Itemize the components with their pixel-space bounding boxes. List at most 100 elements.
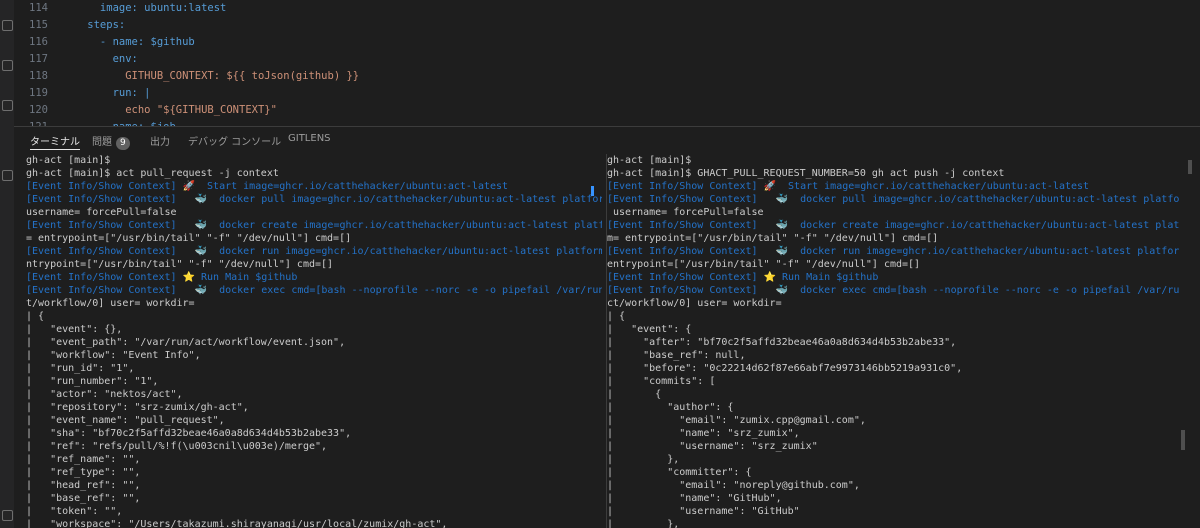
panel-tab-bar: ターミナル 問題 9 出力 デバッグ コンソール GITLENS	[14, 126, 1200, 151]
terminal-line: [Event Info/Show Context] 🐳 docker run i…	[607, 246, 1179, 257]
terminal-line: | "author": {	[607, 402, 734, 413]
code-text: - name: $github	[62, 36, 195, 48]
line-number: 120	[29, 104, 48, 116]
terminal-line: | "event": {	[607, 324, 692, 335]
line-number: 117	[29, 53, 48, 65]
terminal-line: m= entrypoint=["/usr/bin/tail" "-f" "/de…	[607, 233, 939, 244]
terminal-line: | "run_id": "1",	[26, 363, 135, 374]
tab-problems-label: 問題	[92, 137, 112, 148]
terminal-line: | "ref_type": "",	[26, 467, 141, 478]
line-number: 115	[29, 19, 48, 31]
account-icon[interactable]	[2, 510, 13, 521]
terminal-line: [Event Info/Show Context] 🚀 Start image=…	[26, 181, 509, 192]
terminal-right[interactable]: gh-act [main]$ gh-act [main]$ GHACT_PULL_…	[606, 154, 1179, 528]
terminal-line: gh-act [main]$	[26, 155, 111, 166]
terminal-line: | "base_ref": "",	[26, 493, 141, 504]
code-editor[interactable]: 114 image: ubuntu:latest 115 steps: 116 - …	[14, 0, 1200, 126]
tab-terminal[interactable]: ターミナル	[30, 133, 80, 150]
editor-line: 120 echo "${GITHUB_CONTEXT}"	[14, 101, 277, 119]
terminal-line: ct/workflow/0] user= workdir=	[607, 298, 782, 309]
line-number: 114	[29, 2, 48, 14]
terminal-line: | "actor": "nektos/act",	[26, 389, 183, 400]
tab-debug-console[interactable]: デバッグ コンソール	[188, 133, 281, 148]
left-scroll-marker	[591, 186, 594, 196]
terminal-line: [Event Info/Show Context] ⭐ Run Main $gi…	[607, 272, 879, 283]
code-text: steps:	[62, 19, 126, 31]
terminal-line: | {	[607, 311, 626, 322]
terminal-line: t/workflow/0] user= workdir=	[26, 298, 195, 309]
terminal-line: | "event_path": "/var/run/act/workflow/e…	[26, 337, 346, 348]
code-text: GITHUB_CONTEXT: ${{ toJson(github) }}	[62, 70, 360, 82]
tab-gitlens[interactable]: GITLENS	[288, 133, 331, 144]
code-text: run: |	[62, 87, 151, 99]
terminal-line: [Event Info/Show Context] 🐳 docker creat…	[26, 220, 602, 231]
terminal-line: | "email": "noreply@github.com",	[607, 480, 860, 491]
editor-line: 119 run: |	[14, 84, 151, 102]
editor-line: 118 GITHUB_CONTEXT: ${{ toJson(github) }…	[14, 67, 359, 85]
terminal-line: | "event": {},	[26, 324, 123, 335]
activity-bar	[0, 0, 14, 528]
terminal-line: [Event Info/Show Context] 🐳 docker exec …	[607, 285, 1179, 296]
terminal-line: | "repository": "srz-zumix/gh-act",	[26, 402, 249, 413]
terminal-line: | "ref": "refs/pull/%!f(\u003cnil\u003e)…	[26, 441, 328, 452]
terminal-line: = entrypoint=["/usr/bin/tail" "-f" "/dev…	[26, 233, 352, 244]
terminal-line: | "head_ref": "",	[26, 480, 141, 491]
tab-problems[interactable]: 問題 9	[92, 133, 130, 150]
terminal-line: | "base_ref": null,	[607, 350, 746, 361]
problems-count-badge: 9	[116, 137, 130, 150]
explorer-icon[interactable]	[2, 20, 13, 31]
terminal-line: entrypoint=["/usr/bin/tail" "-f" "/dev/n…	[607, 259, 921, 270]
terminal-line: [Event Info/Show Context] 🐳 docker run i…	[26, 246, 602, 257]
editor-line: 115 steps:	[14, 16, 125, 34]
terminal-line: | {	[607, 389, 662, 400]
terminal-line: | "event_name": "pull_request",	[26, 415, 225, 426]
line-number: 118	[29, 70, 48, 82]
code-text: echo "${GITHUB_CONTEXT}"	[62, 104, 277, 116]
terminal-line: | {	[26, 311, 45, 322]
editor-line: 116 - name: $github	[14, 33, 195, 51]
terminal-line: | },	[607, 519, 680, 528]
terminal-line: | "name": "srz_zumix",	[607, 428, 800, 439]
terminal-line: | "commits": [	[607, 376, 716, 387]
terminal-line: | "email": "zumix.cpp@gmail.com",	[607, 415, 866, 426]
source-control-icon[interactable]	[2, 60, 13, 71]
terminal-line: username= forcePull=false	[607, 207, 764, 218]
run-debug-icon[interactable]	[2, 170, 13, 181]
terminal-line: | "workflow": "Event Info",	[26, 350, 201, 361]
extensions-icon[interactable]	[2, 100, 13, 111]
terminal-line: | "name": "GitHub",	[607, 493, 782, 504]
editor-line: 117 env:	[14, 50, 138, 68]
terminal-line: | "token": "",	[26, 506, 123, 517]
line-number: 119	[29, 87, 48, 99]
line-number: 116	[29, 36, 48, 48]
editor-line: 121 - name: $job	[14, 118, 176, 126]
right-scrollbar-thumb[interactable]	[1188, 160, 1192, 174]
code-text: env:	[62, 53, 138, 65]
code-text: image: ubuntu:latest	[62, 2, 227, 14]
terminal-line: | "run_number": "1",	[26, 376, 159, 387]
terminal-line: | "sha": "bf70c2f5affd32beae46a0a8d634d4…	[26, 428, 352, 439]
terminal-line: | "after": "bf70c2f5affd32beae46a0a8d634…	[607, 337, 957, 348]
terminal-line: username= forcePull=false	[26, 207, 177, 218]
terminal-line: | "username": "srz_zumix"	[607, 441, 818, 452]
terminal-line: | "workspace": "/Users/takazumi.shirayan…	[26, 519, 448, 528]
line-number: 121	[14, 118, 48, 126]
terminal-line: gh-act [main]$ GHACT_PULL_REQUEST_NUMBER…	[607, 168, 1005, 179]
terminal-line: | },	[607, 454, 680, 465]
terminal-line: | "before": "0c22214d62f87e66abf7e997314…	[607, 363, 963, 374]
terminal-line: gh-act [main]$	[607, 155, 692, 166]
terminal-line: | "committer": {	[607, 467, 752, 478]
editor-line: 114 image: ubuntu:latest	[14, 0, 226, 17]
terminal-line: [Event Info/Show Context] 🐳 docker creat…	[607, 220, 1179, 231]
terminal-line: [Event Info/Show Context] 🐳 docker pull …	[607, 194, 1179, 205]
tab-output[interactable]: 出力	[150, 133, 170, 148]
terminal-line: | "username": "GitHub"	[607, 506, 800, 517]
terminal-line: [Event Info/Show Context] 🐳 docker exec …	[26, 285, 602, 296]
terminal-line: | "ref_name": "",	[26, 454, 141, 465]
terminal-line: [Event Info/Show Context] 🐳 docker pull …	[26, 194, 602, 205]
right-scrollbar-marker	[1181, 430, 1185, 450]
terminal-line: ntrypoint=["/usr/bin/tail" "-f" "/dev/nu…	[26, 259, 334, 270]
terminal-line: [Event Info/Show Context] ⭐ Run Main $gi…	[26, 272, 298, 283]
terminal-left[interactable]: gh-act [main]$ gh-act [main]$ act pull_re…	[26, 154, 602, 528]
terminal-line: gh-act [main]$ act pull_request -j conte…	[26, 168, 279, 179]
